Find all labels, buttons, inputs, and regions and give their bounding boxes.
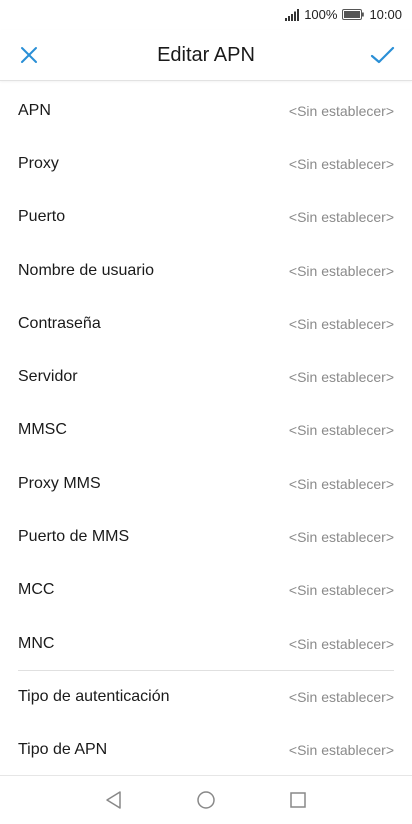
setting-value: <Sin establecer> (288, 102, 394, 119)
setting-row-mms-proxy[interactable]: Proxy MMS <Sin establecer> (0, 457, 412, 510)
setting-value: <Sin establecer> (288, 422, 394, 439)
setting-label: Tipo de APN (18, 741, 108, 759)
battery-percent: 100% (304, 7, 338, 22)
setting-row-server[interactable]: Servidor <Sin establecer> (0, 350, 412, 403)
setting-value: <Sin establecer> (288, 209, 394, 226)
setting-value: <Sin establecer> (288, 369, 394, 386)
setting-row-proxy[interactable]: Proxy <Sin establecer> (0, 137, 412, 190)
setting-label: MCC (18, 581, 55, 599)
setting-row-port[interactable]: Puerto <Sin establecer> (0, 191, 412, 244)
status-bar: 100% 10:00 (0, 0, 412, 30)
battery-icon (342, 9, 365, 20)
setting-value: <Sin establecer> (288, 475, 394, 492)
setting-row-username[interactable]: Nombre de usuario <Sin establecer> (0, 244, 412, 297)
setting-label: Contraseña (18, 314, 101, 332)
setting-row-apn[interactable]: APN <Sin establecer> (0, 84, 412, 137)
setting-value: <Sin establecer> (288, 582, 394, 599)
navigation-bar (0, 775, 412, 824)
setting-label: Nombre de usuario (18, 261, 155, 279)
back-icon[interactable] (104, 790, 124, 810)
setting-row-mms-port[interactable]: Puerto de MMS <Sin establecer> (0, 510, 412, 563)
setting-row-mnc[interactable]: MNC <Sin establecer> (0, 617, 412, 670)
setting-label: MMSC (18, 421, 67, 439)
setting-label: Puerto de MMS (18, 528, 130, 546)
setting-value: <Sin establecer> (288, 635, 394, 652)
check-icon[interactable] (368, 42, 396, 68)
app-bar: Editar APN (0, 30, 412, 81)
setting-row-password[interactable]: Contraseña <Sin establecer> (0, 297, 412, 350)
setting-label: Tipo de autenticación (18, 687, 170, 705)
setting-value: <Sin establecer> (288, 688, 394, 705)
setting-row-mcc[interactable]: MCC <Sin establecer> (0, 564, 412, 617)
clock: 10:00 (369, 7, 402, 22)
recents-icon[interactable] (288, 790, 308, 810)
setting-value: <Sin establecer> (288, 529, 394, 546)
setting-value: <Sin establecer> (288, 742, 394, 759)
setting-value: <Sin establecer> (288, 315, 394, 332)
home-icon[interactable] (196, 790, 216, 810)
status-right: 100% 10:00 (285, 7, 402, 22)
setting-value: <Sin establecer> (288, 262, 394, 279)
setting-row-mmsc[interactable]: MMSC <Sin establecer> (0, 404, 412, 457)
screen: 100% 10:00 Editar APN APN <Sin establece… (0, 0, 412, 824)
setting-label: APN (18, 101, 51, 119)
page-title: Editar APN (157, 44, 255, 66)
setting-label: Proxy (18, 154, 59, 172)
setting-label: MNC (18, 634, 55, 652)
apn-settings-list: APN <Sin establecer> Proxy <Sin establec… (0, 84, 412, 777)
signal-icon (285, 8, 300, 21)
setting-row-apn-type[interactable]: Tipo de APN <Sin establecer> (0, 724, 412, 777)
setting-label: Servidor (18, 368, 78, 386)
setting-value: <Sin establecer> (288, 155, 394, 172)
setting-label: Puerto (18, 208, 66, 226)
setting-label: Proxy MMS (18, 474, 101, 492)
setting-row-auth-type[interactable]: Tipo de autenticación <Sin establecer> (0, 670, 412, 723)
